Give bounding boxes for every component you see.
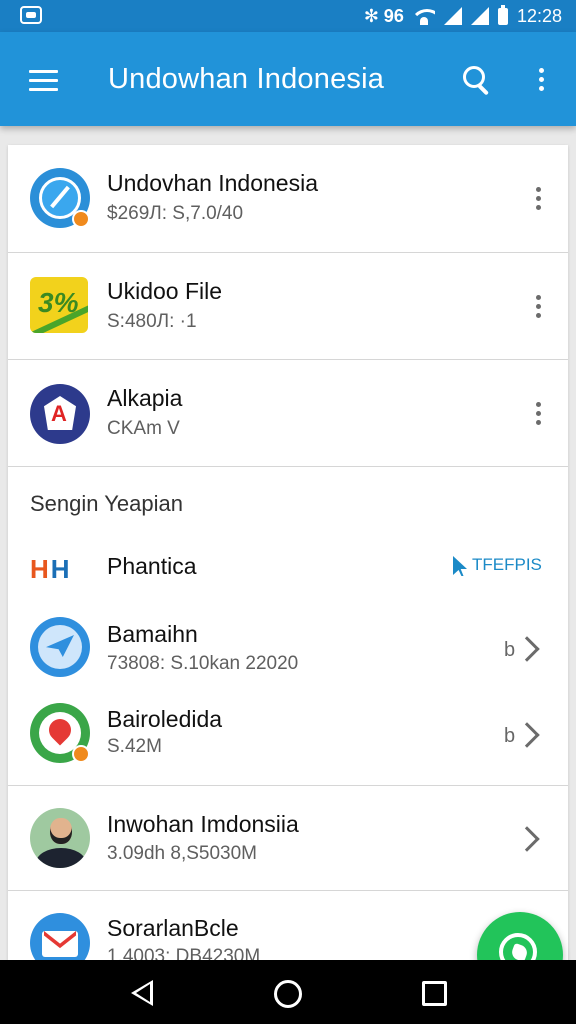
item-title: Undovhan Indonesia [107, 170, 318, 196]
item-trail-text: b [504, 725, 516, 747]
back-icon[interactable] [131, 980, 153, 1006]
chevron-right-icon[interactable] [514, 826, 540, 852]
divider [8, 466, 568, 467]
chevron-right-icon[interactable] [514, 636, 540, 662]
menu-icon[interactable] [29, 70, 58, 92]
paper-plane-icon [30, 617, 90, 677]
status-icons: ✻ 𝟗𝟔 12:28 [363, 4, 562, 27]
bluetooth-icon: ✻ 𝟗𝟔 [363, 5, 404, 26]
alkapia-shield-icon [30, 384, 90, 444]
status-bar: ✻ 𝟗𝟔 12:28 [0, 0, 576, 32]
item-subtitle: S.42M [107, 736, 162, 757]
chevron-right-icon[interactable] [514, 722, 540, 748]
signal-icon-2 [470, 7, 489, 25]
app-list: Undovhan Indonesia $269Л: S,7.0/40 Ukido… [8, 145, 568, 975]
brand-logo: HH [30, 554, 72, 584]
list-item[interactable]: Alkapia CKAm V [8, 360, 568, 466]
safari-compass-icon [30, 168, 90, 228]
brand-link[interactable]: TFEFPIS [472, 555, 542, 575]
item-title: Bamaihn [107, 621, 198, 647]
section-heading: Sengin Yeapian [30, 491, 183, 516]
list-item[interactable]: Bamaihn 73808: S.10kan 22020 b [8, 607, 568, 691]
item-subtitle: CKAm V [107, 418, 180, 439]
item-subtitle: S:480Л: ·1 [107, 311, 197, 332]
item-menu-icon[interactable] [536, 402, 542, 429]
list-item[interactable]: Inwohan Imdonsiia 3.09dh 8,S5030M [8, 786, 568, 890]
list-item[interactable]: Ukidoo File S:480Л: ·1 [8, 253, 568, 359]
wifi-icon [412, 7, 435, 25]
signal-icon [443, 7, 462, 25]
list-item[interactable]: Undovhan Indonesia $269Л: S,7.0/40 [8, 145, 568, 252]
item-title: Ukidoo File [107, 278, 223, 304]
item-menu-icon[interactable] [536, 295, 542, 322]
item-title: Alkapia [107, 385, 183, 411]
item-subtitle: 73808: S.10kan 22020 [107, 653, 299, 674]
notification-icon [20, 6, 42, 24]
recent-apps-icon[interactable] [422, 981, 447, 1006]
search-icon[interactable] [463, 66, 491, 94]
status-time: 12:28 [516, 5, 562, 26]
map-pin-icon [30, 703, 90, 763]
item-trail-text: b [504, 639, 516, 661]
brand-label: Phantica [107, 553, 197, 579]
item-title: Bairoledida [107, 706, 223, 732]
app-title: Undowhan Indonesia [108, 63, 385, 95]
item-subtitle: 3.09dh 8,S5030M [107, 843, 258, 864]
file-app-icon [30, 277, 88, 333]
system-nav-bar [0, 960, 576, 1024]
item-title: Inwohan Imdonsiia [107, 811, 299, 837]
item-menu-icon[interactable] [536, 187, 542, 214]
home-icon[interactable] [274, 980, 302, 1008]
app-bar: Undowhan Indonesia [0, 32, 576, 126]
update-badge-icon [72, 210, 90, 228]
more-vert-icon[interactable] [539, 68, 545, 94]
update-badge-icon [72, 745, 90, 763]
avatar [30, 808, 90, 868]
cursor-icon [453, 556, 467, 576]
item-title: SorarlanBcle [107, 915, 239, 941]
item-subtitle: $269Л: S,7.0/40 [107, 203, 244, 224]
battery-icon [497, 4, 508, 25]
list-item[interactable]: Bairoledida S.42M b [8, 693, 568, 785]
